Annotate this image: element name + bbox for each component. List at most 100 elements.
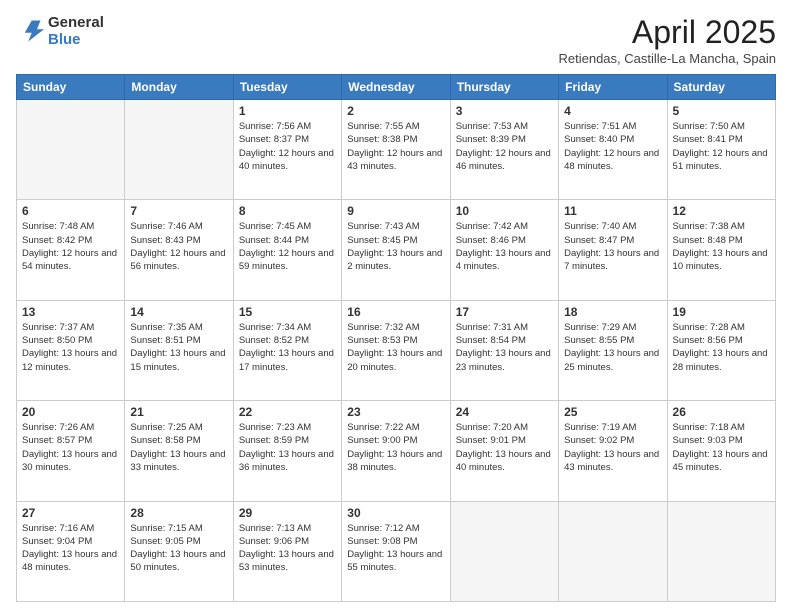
day-number: 29	[239, 506, 336, 520]
calendar-cell: 17 Sunrise: 7:31 AMSunset: 8:54 PMDayligh…	[450, 300, 558, 400]
header: General Blue April 2025 Retiendas, Casti…	[16, 14, 776, 66]
day-number: 12	[673, 204, 770, 218]
day-header-tuesday: Tuesday	[233, 75, 341, 100]
calendar-table: SundayMondayTuesdayWednesdayThursdayFrid…	[16, 74, 776, 602]
calendar-cell: 1 Sunrise: 7:56 AMSunset: 8:37 PMDaylight…	[233, 100, 341, 200]
week-row-1: 6 Sunrise: 7:48 AMSunset: 8:42 PMDaylight…	[17, 200, 776, 300]
day-number: 18	[564, 305, 661, 319]
day-number: 20	[22, 405, 119, 419]
calendar-cell: 15 Sunrise: 7:34 AMSunset: 8:52 PMDayligh…	[233, 300, 341, 400]
calendar-cell: 25Sunrise: 7:19 AMSunset: 9:02 PMDayligh…	[559, 401, 667, 501]
calendar-cell: 7 Sunrise: 7:46 AMSunset: 8:43 PMDaylight…	[125, 200, 233, 300]
calendar-cell: 12 Sunrise: 7:38 AMSunset: 8:48 PMDayligh…	[667, 200, 775, 300]
day-header-monday: Monday	[125, 75, 233, 100]
calendar-cell: 26Sunrise: 7:18 AMSunset: 9:03 PMDayligh…	[667, 401, 775, 501]
calendar-cell: 11Sunrise: 7:40 AMSunset: 8:47 PMDayligh…	[559, 200, 667, 300]
day-number: 19	[673, 305, 770, 319]
day-info: Sunrise: 7:55 AMSunset: 8:38 PMDaylight:…	[347, 120, 444, 173]
day-number: 28	[130, 506, 227, 520]
day-number: 16	[347, 305, 444, 319]
calendar-cell: 21Sunrise: 7:25 AMSunset: 8:58 PMDayligh…	[125, 401, 233, 501]
calendar-cell: 6 Sunrise: 7:48 AMSunset: 8:42 PMDaylight…	[17, 200, 125, 300]
calendar-cell	[125, 100, 233, 200]
calendar-cell	[450, 501, 558, 601]
day-info: Sunrise: 7:26 AMSunset: 8:57 PMDaylight:…	[22, 421, 119, 474]
day-number: 10	[456, 204, 553, 218]
week-row-0: 1 Sunrise: 7:56 AMSunset: 8:37 PMDaylight…	[17, 100, 776, 200]
day-info: Sunrise: 7:46 AMSunset: 8:43 PMDaylight:…	[130, 220, 227, 273]
day-number: 17	[456, 305, 553, 319]
day-info: Sunrise: 7:40 AMSunset: 8:47 PMDaylight:…	[564, 220, 661, 273]
logo: General Blue	[16, 14, 104, 48]
day-header-friday: Friday	[559, 75, 667, 100]
calendar-cell: 19Sunrise: 7:28 AMSunset: 8:56 PMDayligh…	[667, 300, 775, 400]
day-number: 7	[130, 204, 227, 218]
calendar-cell: 29 Sunrise: 7:13 AMSunset: 9:06 PMDayligh…	[233, 501, 341, 601]
day-number: 30	[347, 506, 444, 520]
day-info: Sunrise: 7:31 AMSunset: 8:54 PMDaylight:…	[456, 321, 553, 374]
day-info: Sunrise: 7:32 AMSunset: 8:53 PMDaylight:…	[347, 321, 444, 374]
day-header-saturday: Saturday	[667, 75, 775, 100]
day-number: 14	[130, 305, 227, 319]
day-number: 8	[239, 204, 336, 218]
calendar-cell: 24Sunrise: 7:20 AMSunset: 9:01 PMDayligh…	[450, 401, 558, 501]
calendar-header: SundayMondayTuesdayWednesdayThursdayFrid…	[17, 75, 776, 100]
calendar-cell: 10Sunrise: 7:42 AMSunset: 8:46 PMDayligh…	[450, 200, 558, 300]
day-number: 15	[239, 305, 336, 319]
day-info: Sunrise: 7:56 AMSunset: 8:37 PMDaylight:…	[239, 120, 336, 173]
week-row-2: 13 Sunrise: 7:37 AMSunset: 8:50 PMDayligh…	[17, 300, 776, 400]
calendar-cell: 14 Sunrise: 7:35 AMSunset: 8:51 PMDayligh…	[125, 300, 233, 400]
day-info: Sunrise: 7:22 AMSunset: 9:00 PMDaylight:…	[347, 421, 444, 474]
calendar-cell: 27 Sunrise: 7:16 AMSunset: 9:04 PMDayligh…	[17, 501, 125, 601]
calendar-cell: 9 Sunrise: 7:43 AMSunset: 8:45 PMDaylight…	[342, 200, 450, 300]
day-info: Sunrise: 7:16 AMSunset: 9:04 PMDaylight:…	[22, 522, 119, 575]
day-number: 24	[456, 405, 553, 419]
day-info: Sunrise: 7:23 AMSunset: 8:59 PMDaylight:…	[239, 421, 336, 474]
day-info: Sunrise: 7:48 AMSunset: 8:42 PMDaylight:…	[22, 220, 119, 273]
day-info: Sunrise: 7:29 AMSunset: 8:55 PMDaylight:…	[564, 321, 661, 374]
day-info: Sunrise: 7:45 AMSunset: 8:44 PMDaylight:…	[239, 220, 336, 273]
day-number: 9	[347, 204, 444, 218]
calendar-cell: 18 Sunrise: 7:29 AMSunset: 8:55 PMDayligh…	[559, 300, 667, 400]
day-number: 22	[239, 405, 336, 419]
calendar-cell: 4Sunrise: 7:51 AMSunset: 8:40 PMDaylight…	[559, 100, 667, 200]
day-number: 26	[673, 405, 770, 419]
day-info: Sunrise: 7:19 AMSunset: 9:02 PMDaylight:…	[564, 421, 661, 474]
day-info: Sunrise: 7:15 AMSunset: 9:05 PMDaylight:…	[130, 522, 227, 575]
day-number: 5	[673, 104, 770, 118]
day-number: 6	[22, 204, 119, 218]
calendar-cell: 2Sunrise: 7:55 AMSunset: 8:38 PMDaylight…	[342, 100, 450, 200]
logo-text: General Blue	[48, 14, 104, 48]
calendar-cell: 28 Sunrise: 7:15 AMSunset: 9:05 PMDayligh…	[125, 501, 233, 601]
week-row-4: 27 Sunrise: 7:16 AMSunset: 9:04 PMDayligh…	[17, 501, 776, 601]
calendar-cell	[17, 100, 125, 200]
month-title: April 2025	[558, 14, 776, 51]
day-info: Sunrise: 7:50 AMSunset: 8:41 PMDaylight:…	[673, 120, 770, 173]
calendar-cell: 23Sunrise: 7:22 AMSunset: 9:00 PMDayligh…	[342, 401, 450, 501]
day-header-sunday: Sunday	[17, 75, 125, 100]
calendar-cell: 22 Sunrise: 7:23 AMSunset: 8:59 PMDayligh…	[233, 401, 341, 501]
day-number: 13	[22, 305, 119, 319]
title-block: April 2025 Retiendas, Castille-La Mancha…	[558, 14, 776, 66]
calendar-body: 1 Sunrise: 7:56 AMSunset: 8:37 PMDaylight…	[17, 100, 776, 602]
day-header-thursday: Thursday	[450, 75, 558, 100]
day-info: Sunrise: 7:35 AMSunset: 8:51 PMDaylight:…	[130, 321, 227, 374]
day-info: Sunrise: 7:25 AMSunset: 8:58 PMDaylight:…	[130, 421, 227, 474]
calendar-cell: 3Sunrise: 7:53 AMSunset: 8:39 PMDaylight…	[450, 100, 558, 200]
day-info: Sunrise: 7:37 AMSunset: 8:50 PMDaylight:…	[22, 321, 119, 374]
day-info: Sunrise: 7:38 AMSunset: 8:48 PMDaylight:…	[673, 220, 770, 273]
calendar-cell: 30Sunrise: 7:12 AMSunset: 9:08 PMDayligh…	[342, 501, 450, 601]
calendar-cell	[559, 501, 667, 601]
day-number: 27	[22, 506, 119, 520]
calendar-cell: 13 Sunrise: 7:37 AMSunset: 8:50 PMDayligh…	[17, 300, 125, 400]
day-info: Sunrise: 7:51 AMSunset: 8:40 PMDaylight:…	[564, 120, 661, 173]
day-info: Sunrise: 7:43 AMSunset: 8:45 PMDaylight:…	[347, 220, 444, 273]
calendar-cell: 20 Sunrise: 7:26 AMSunset: 8:57 PMDayligh…	[17, 401, 125, 501]
day-info: Sunrise: 7:13 AMSunset: 9:06 PMDaylight:…	[239, 522, 336, 575]
day-number: 1	[239, 104, 336, 118]
day-info: Sunrise: 7:34 AMSunset: 8:52 PMDaylight:…	[239, 321, 336, 374]
day-header-wednesday: Wednesday	[342, 75, 450, 100]
week-row-3: 20 Sunrise: 7:26 AMSunset: 8:57 PMDayligh…	[17, 401, 776, 501]
page: General Blue April 2025 Retiendas, Casti…	[0, 0, 792, 612]
calendar-cell	[667, 501, 775, 601]
